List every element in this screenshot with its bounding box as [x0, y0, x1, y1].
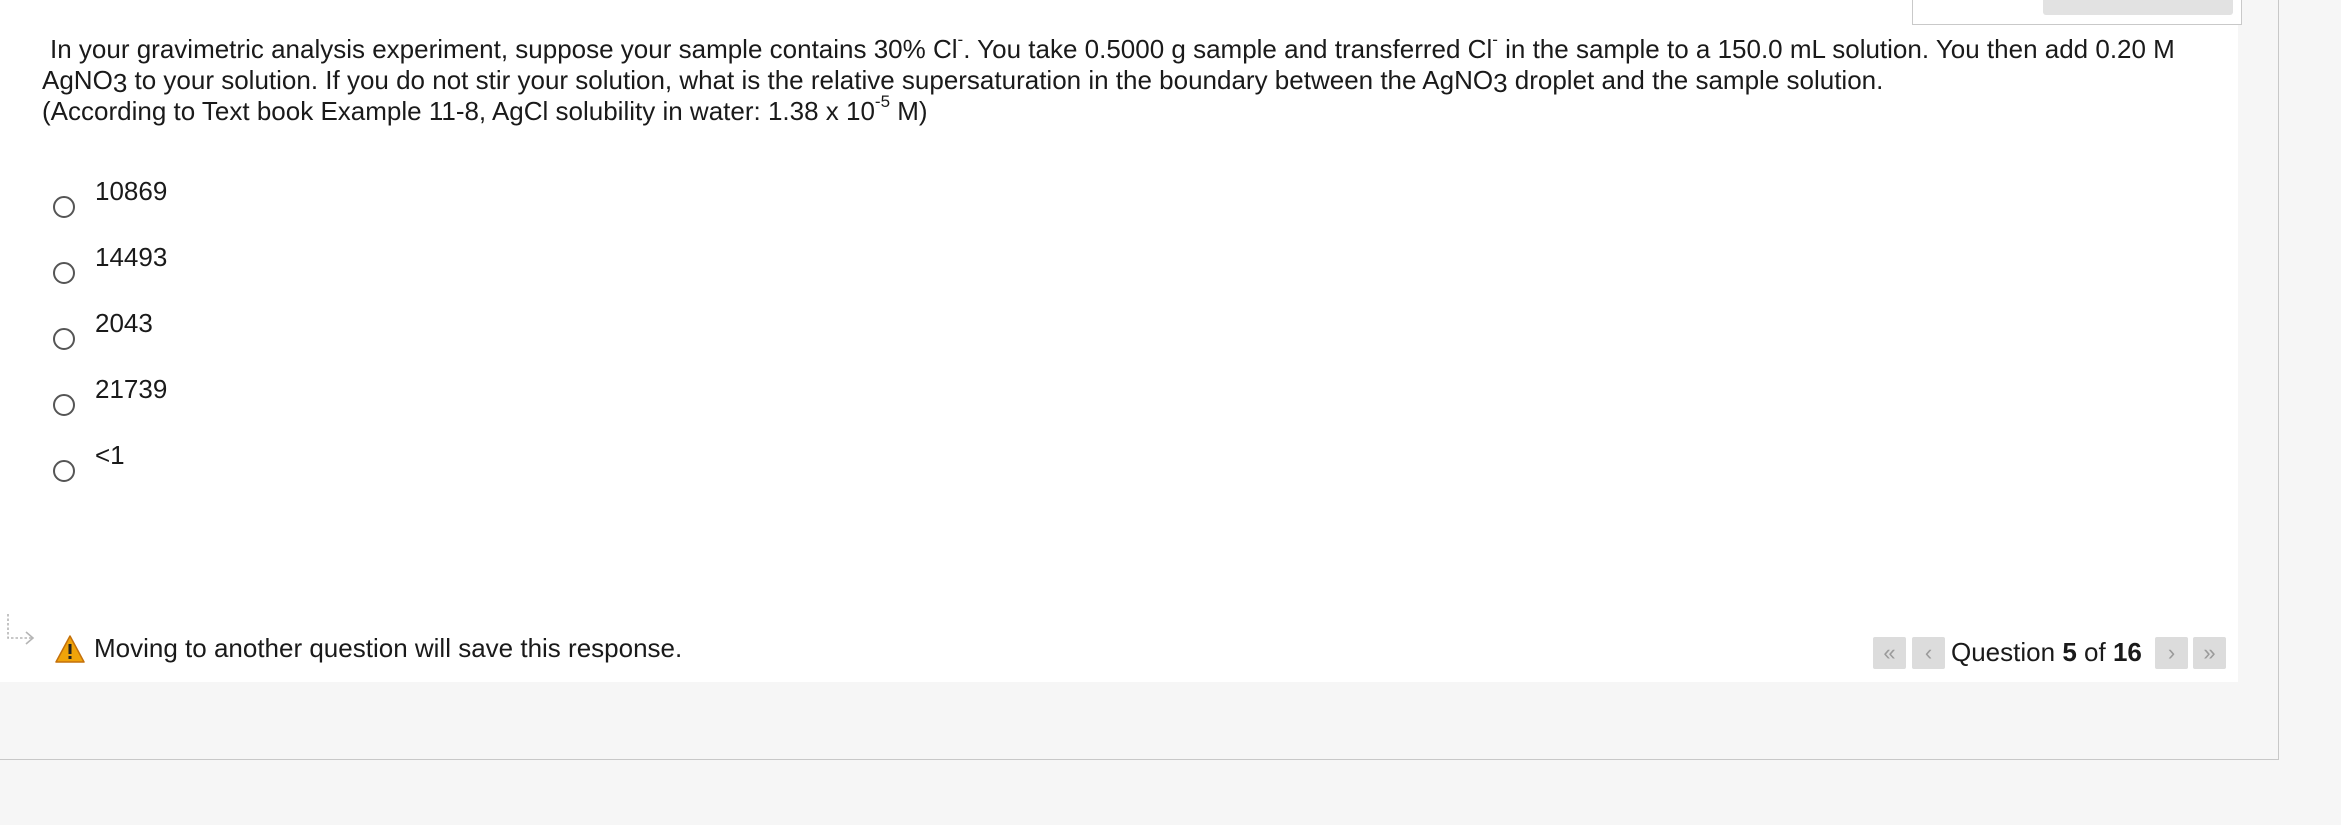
warning-icon — [55, 635, 85, 663]
question-body: In your gravimetric analysis experiment,… — [42, 31, 2212, 98]
save-warning-text: Moving to another question will save thi… — [94, 633, 683, 663]
total-questions: 16 — [2112, 637, 2142, 667]
counter-prefix: Question — [1951, 637, 2056, 667]
answer-label[interactable]: 14493 — [95, 242, 167, 272]
question-segment: In your gravimetric analysis experiment,… — [50, 34, 958, 64]
radio-button[interactable] — [53, 328, 75, 350]
answer-label[interactable]: <1 — [95, 440, 125, 470]
question-segment: droplet and the sample solution. — [1507, 65, 1884, 95]
current-question-number: 5 — [2062, 637, 2077, 667]
answer-label[interactable]: 10869 — [95, 176, 167, 206]
question-note: (According to Text book Example 11-8, Ag… — [42, 93, 2212, 127]
superscript: - — [957, 30, 964, 50]
chevron-right-icon: › — [2167, 640, 2176, 665]
double-chevron-left-icon: « — [1883, 640, 1896, 665]
question-text: In your gravimetric analysis experiment,… — [42, 31, 2212, 127]
previous-question-button[interactable]: ‹ — [1912, 637, 1945, 669]
last-question-button[interactable]: » — [2193, 637, 2226, 669]
radio-button[interactable] — [53, 262, 75, 284]
radio-button[interactable] — [53, 460, 75, 482]
window-border-bottom — [0, 759, 2279, 760]
window-border-right — [2278, 0, 2279, 760]
answer-label[interactable]: 2043 — [95, 308, 153, 338]
subscript: 3 — [112, 68, 128, 98]
question-segment: to your solution. If you do not stir you… — [127, 65, 1494, 95]
exponent: -5 — [874, 92, 891, 112]
double-chevron-right-icon: » — [2203, 640, 2216, 665]
note-segment: M) — [890, 96, 928, 126]
header-button[interactable] — [2043, 0, 2233, 15]
return-arrow-icon — [7, 614, 35, 645]
chevron-left-icon: ‹ — [1924, 640, 1933, 665]
answer-label[interactable]: 21739 — [95, 374, 167, 404]
next-question-button[interactable]: › — [2155, 637, 2188, 669]
note-segment: (According to Text book Example 11-8, Ag… — [42, 96, 875, 126]
question-counter: Question 5 of 16 — [1951, 634, 2142, 670]
radio-button[interactable] — [53, 196, 75, 218]
counter-of: of — [2084, 637, 2106, 667]
question-segment: . You take 0.5000 g sample and transferr… — [963, 34, 1493, 64]
superscript: - — [1492, 30, 1498, 50]
first-question-button[interactable]: « — [1873, 637, 1906, 669]
subscript: 3 — [1493, 68, 1508, 98]
radio-button[interactable] — [53, 394, 75, 416]
